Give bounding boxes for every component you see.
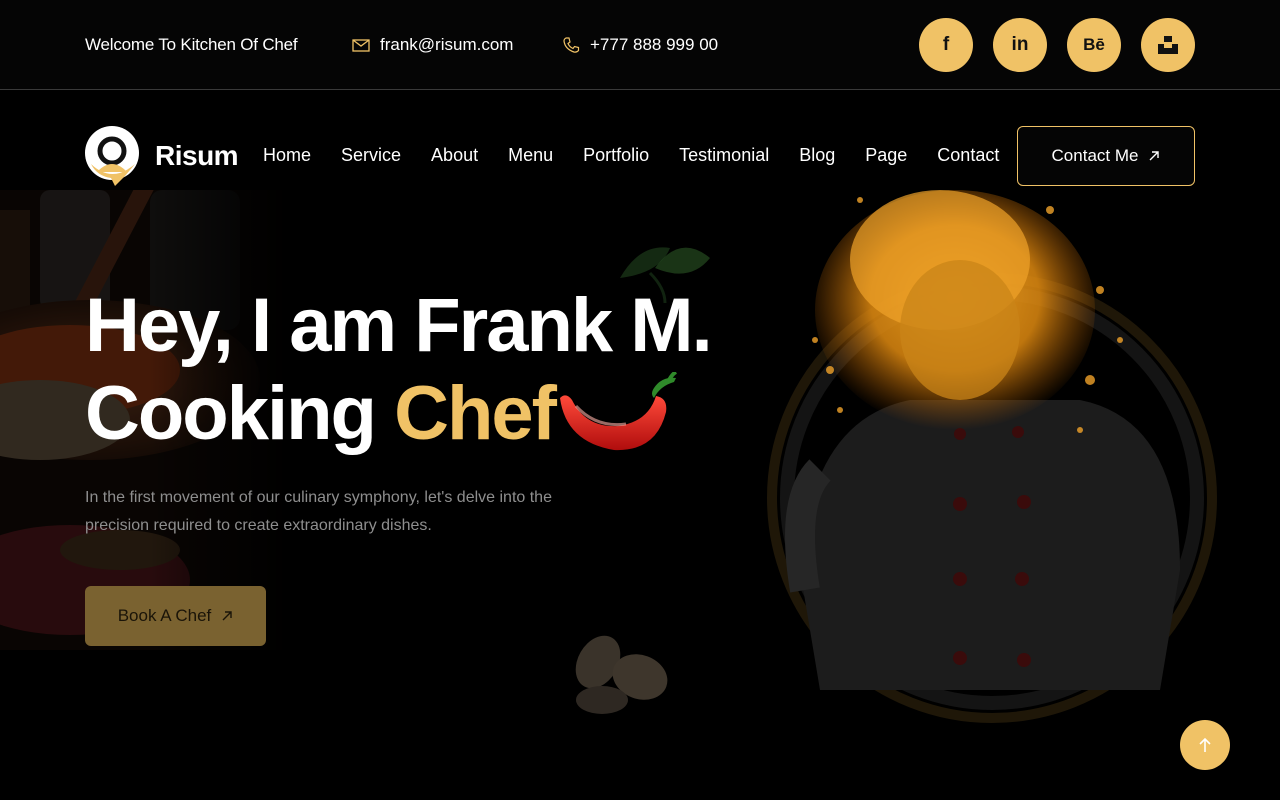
hero-line-2-prefix: Cooking bbox=[85, 371, 395, 456]
top-bar: Welcome To Kitchen Of Chef frank@risum.c… bbox=[0, 0, 1280, 90]
nav-menu[interactable]: Menu bbox=[508, 145, 553, 166]
book-a-chef-button[interactable]: Book A Chef bbox=[85, 586, 266, 646]
nav-portfolio[interactable]: Portfolio bbox=[583, 145, 649, 166]
brand-logo[interactable]: Risum bbox=[85, 126, 239, 186]
main-nav: Home Service About Menu Portfolio Testim… bbox=[263, 145, 1029, 166]
behance-icon[interactable]: Bē bbox=[1067, 18, 1121, 72]
nav-page[interactable]: Page bbox=[865, 145, 907, 166]
chili-pepper-icon bbox=[560, 372, 678, 451]
mail-icon bbox=[352, 39, 370, 52]
hero-accent-word: Chef bbox=[394, 371, 557, 456]
arrow-up-icon bbox=[1199, 737, 1211, 752]
email-text: frank@risum.com bbox=[380, 35, 514, 54]
phone-link[interactable]: +777 888 999 00 bbox=[562, 35, 718, 55]
nav-testimonial[interactable]: Testimonial bbox=[679, 145, 769, 166]
linkedin-icon[interactable]: in bbox=[993, 18, 1047, 72]
phone-text: +777 888 999 00 bbox=[590, 35, 719, 54]
arrow-up-right-icon bbox=[1149, 151, 1160, 161]
logo-icon bbox=[85, 126, 139, 186]
welcome-text: Welcome To Kitchen Of Chef bbox=[85, 35, 298, 54]
contact-me-button[interactable]: Contact Me bbox=[1017, 126, 1195, 186]
social-links: f in Bē bbox=[919, 18, 1195, 72]
chef-hero-image bbox=[767, 190, 1217, 723]
facebook-icon[interactable]: f bbox=[919, 18, 973, 72]
brand-name: Risum bbox=[155, 140, 239, 171]
arrow-up-right-icon bbox=[222, 611, 232, 621]
nav-home[interactable]: Home bbox=[263, 145, 311, 166]
email-link[interactable]: frank@risum.com bbox=[352, 35, 513, 55]
phone-icon bbox=[563, 37, 580, 53]
unsplash-icon[interactable] bbox=[1141, 18, 1195, 72]
book-a-chef-label: Book A Chef bbox=[117, 606, 212, 625]
hero-line-1: Hey, I am Frank M. bbox=[85, 283, 713, 368]
nav-blog[interactable]: Blog bbox=[799, 145, 835, 166]
contact-me-label: Contact Me bbox=[1051, 146, 1139, 165]
nav-about[interactable]: About bbox=[431, 145, 478, 166]
nav-service[interactable]: Service bbox=[341, 145, 401, 166]
scroll-to-top-button[interactable] bbox=[1180, 720, 1230, 770]
nav-contact[interactable]: Contact bbox=[937, 145, 999, 166]
hero-description: In the first movement of our culinary sy… bbox=[85, 489, 552, 534]
garlic-decor bbox=[575, 635, 668, 714]
